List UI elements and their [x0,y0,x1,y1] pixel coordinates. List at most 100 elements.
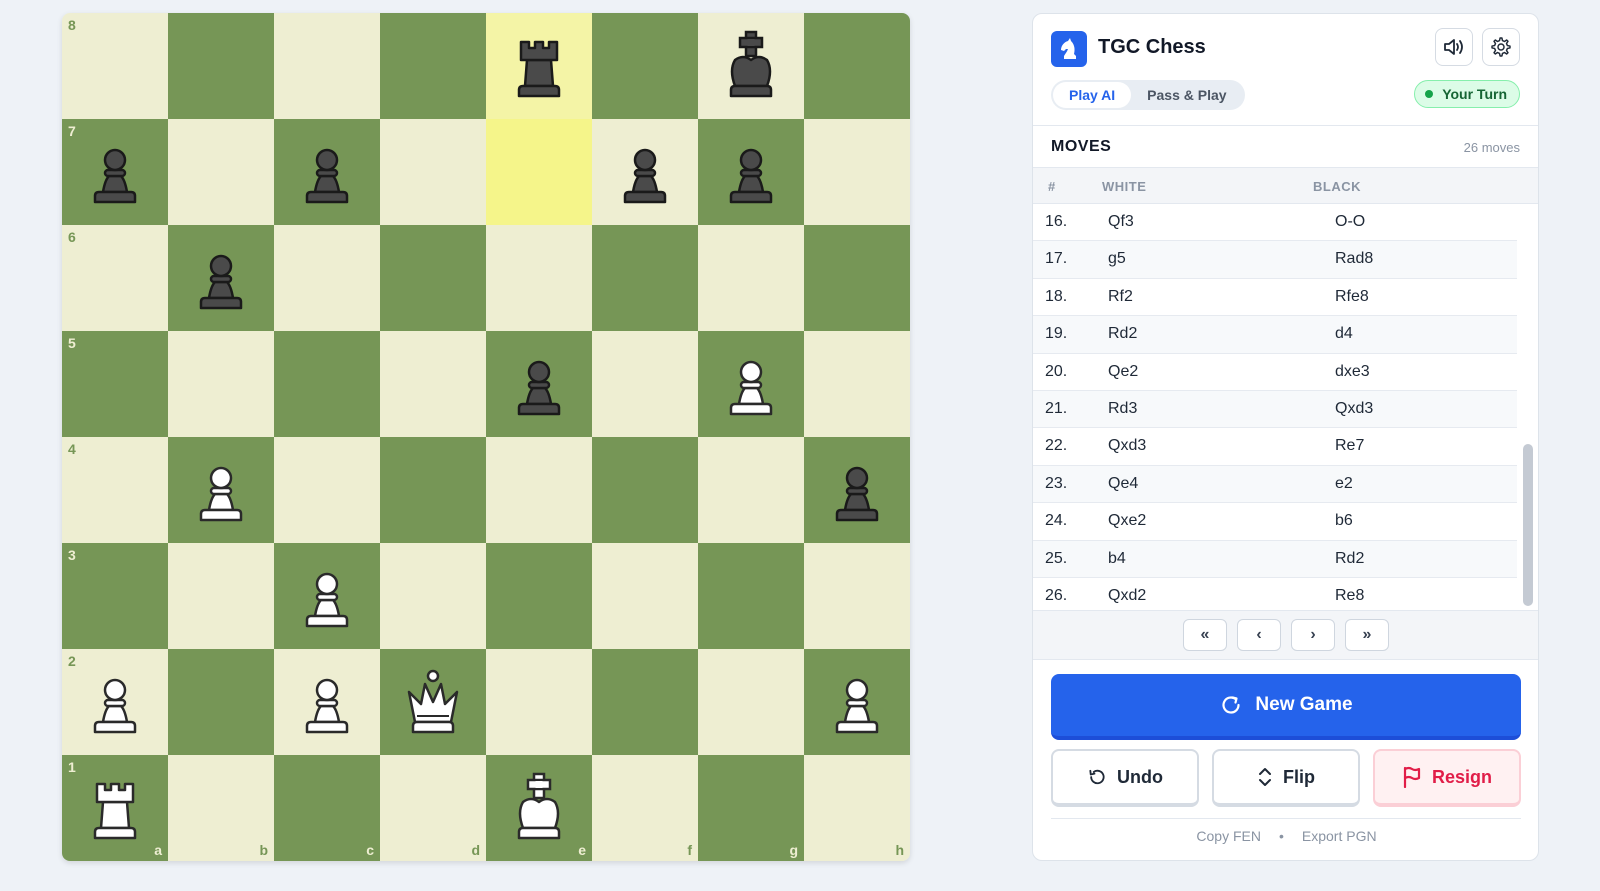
move-row[interactable]: 26. Qxd2 Re8 [1033,578,1517,610]
move-row[interactable]: 25. b4 Rd2 [1033,540,1517,578]
square-f7[interactable] [592,119,698,225]
square-a1[interactable]: 1a [62,755,168,861]
white-rook[interactable] [79,772,151,844]
white-pawn[interactable] [291,560,363,632]
white-move[interactable]: Qxd2 [1108,587,1146,605]
square-g7[interactable] [698,119,804,225]
square-c8[interactable] [274,13,380,119]
square-d1[interactable]: d [380,755,486,861]
black-pawn[interactable] [291,136,363,208]
black-pawn[interactable] [185,242,257,314]
square-g3[interactable] [698,543,804,649]
square-b6[interactable] [168,225,274,331]
square-f1[interactable]: f [592,755,698,861]
sound-button[interactable] [1435,28,1473,66]
square-e3[interactable] [486,543,592,649]
last-move-button[interactable]: » [1345,619,1389,651]
scrollbar-thumb[interactable] [1523,444,1533,606]
settings-button[interactable] [1482,28,1520,66]
square-d7[interactable] [380,119,486,225]
moves-list[interactable]: 16. Qf3 O-O 17. g5 Rad8 18. Rf2 Rfe8 19. Rd2 d4 20. Q… [1033,204,1538,610]
black-move[interactable]: Re7 [1335,437,1364,455]
new-game-button[interactable]: New Game [1051,674,1521,740]
move-row[interactable]: 18. Rf2 Rfe8 [1033,279,1517,317]
square-d6[interactable] [380,225,486,331]
move-row[interactable]: 19. Rd2 d4 [1033,316,1517,354]
square-c6[interactable] [274,225,380,331]
black-king[interactable] [715,30,787,102]
square-b5[interactable] [168,331,274,437]
square-f3[interactable] [592,543,698,649]
move-row[interactable]: 22. Qxd3 Re7 [1033,428,1517,466]
white-king[interactable] [503,772,575,844]
square-h8[interactable] [804,13,910,119]
white-move[interactable]: Rd2 [1108,325,1137,343]
flip-button[interactable]: Flip [1212,749,1360,807]
square-e8[interactable] [486,13,592,119]
square-b3[interactable] [168,543,274,649]
square-h2[interactable] [804,649,910,755]
square-e2[interactable] [486,649,592,755]
square-e1[interactable]: e [486,755,592,861]
square-f2[interactable] [592,649,698,755]
black-move[interactable]: d4 [1335,325,1353,343]
white-move[interactable]: Rd3 [1108,400,1137,418]
square-g2[interactable] [698,649,804,755]
square-b4[interactable] [168,437,274,543]
move-row[interactable]: 20. Qe2 dxe3 [1033,354,1517,391]
square-h1[interactable]: h [804,755,910,861]
square-h6[interactable] [804,225,910,331]
black-move[interactable]: dxe3 [1335,363,1370,381]
square-a6[interactable]: 6 [62,225,168,331]
square-a4[interactable]: 4 [62,437,168,543]
square-c2[interactable] [274,649,380,755]
square-d5[interactable] [380,331,486,437]
square-f8[interactable] [592,13,698,119]
square-c3[interactable] [274,543,380,649]
square-b7[interactable] [168,119,274,225]
square-e4[interactable] [486,437,592,543]
square-c7[interactable] [274,119,380,225]
square-d4[interactable] [380,437,486,543]
move-row[interactable]: 21. Rd3 Qxd3 [1033,390,1517,429]
white-move[interactable]: Rf2 [1108,288,1133,306]
black-move[interactable]: Rad8 [1335,250,1373,268]
square-f4[interactable] [592,437,698,543]
black-pawn[interactable] [79,136,151,208]
next-move-button[interactable]: › [1291,619,1335,651]
square-h5[interactable] [804,331,910,437]
square-d8[interactable] [380,13,486,119]
white-queen[interactable] [397,666,469,738]
white-pawn[interactable] [79,666,151,738]
move-row[interactable]: 16. Qf3 O-O [1033,204,1517,242]
move-row[interactable]: 24. Qxe2 b6 [1033,503,1517,541]
square-h3[interactable] [804,543,910,649]
square-b1[interactable]: b [168,755,274,861]
square-c4[interactable] [274,437,380,543]
square-d3[interactable] [380,543,486,649]
square-f6[interactable] [592,225,698,331]
white-move[interactable]: Qf3 [1108,213,1134,231]
square-g1[interactable]: g [698,755,804,861]
black-move[interactable]: Qxd3 [1335,400,1373,418]
black-rook[interactable] [503,30,575,102]
white-move[interactable]: g5 [1108,250,1126,268]
white-move[interactable]: Qxd3 [1108,437,1146,455]
square-g5[interactable] [698,331,804,437]
white-pawn[interactable] [821,666,893,738]
export-pgn-link[interactable]: Export PGN [1302,828,1377,844]
black-pawn[interactable] [609,136,681,208]
square-f5[interactable] [592,331,698,437]
square-c5[interactable] [274,331,380,437]
square-c1[interactable]: c [274,755,380,861]
black-pawn[interactable] [821,454,893,526]
move-row[interactable]: 23. Qe4 e2 [1033,465,1517,504]
square-e6[interactable] [486,225,592,331]
undo-button[interactable]: Undo [1051,749,1199,807]
square-b8[interactable] [168,13,274,119]
square-a7[interactable]: 7 [62,119,168,225]
square-e7[interactable] [486,119,592,225]
copy-fen-link[interactable]: Copy FEN [1196,828,1261,844]
white-pawn[interactable] [185,454,257,526]
first-move-button[interactable]: « [1183,619,1227,651]
